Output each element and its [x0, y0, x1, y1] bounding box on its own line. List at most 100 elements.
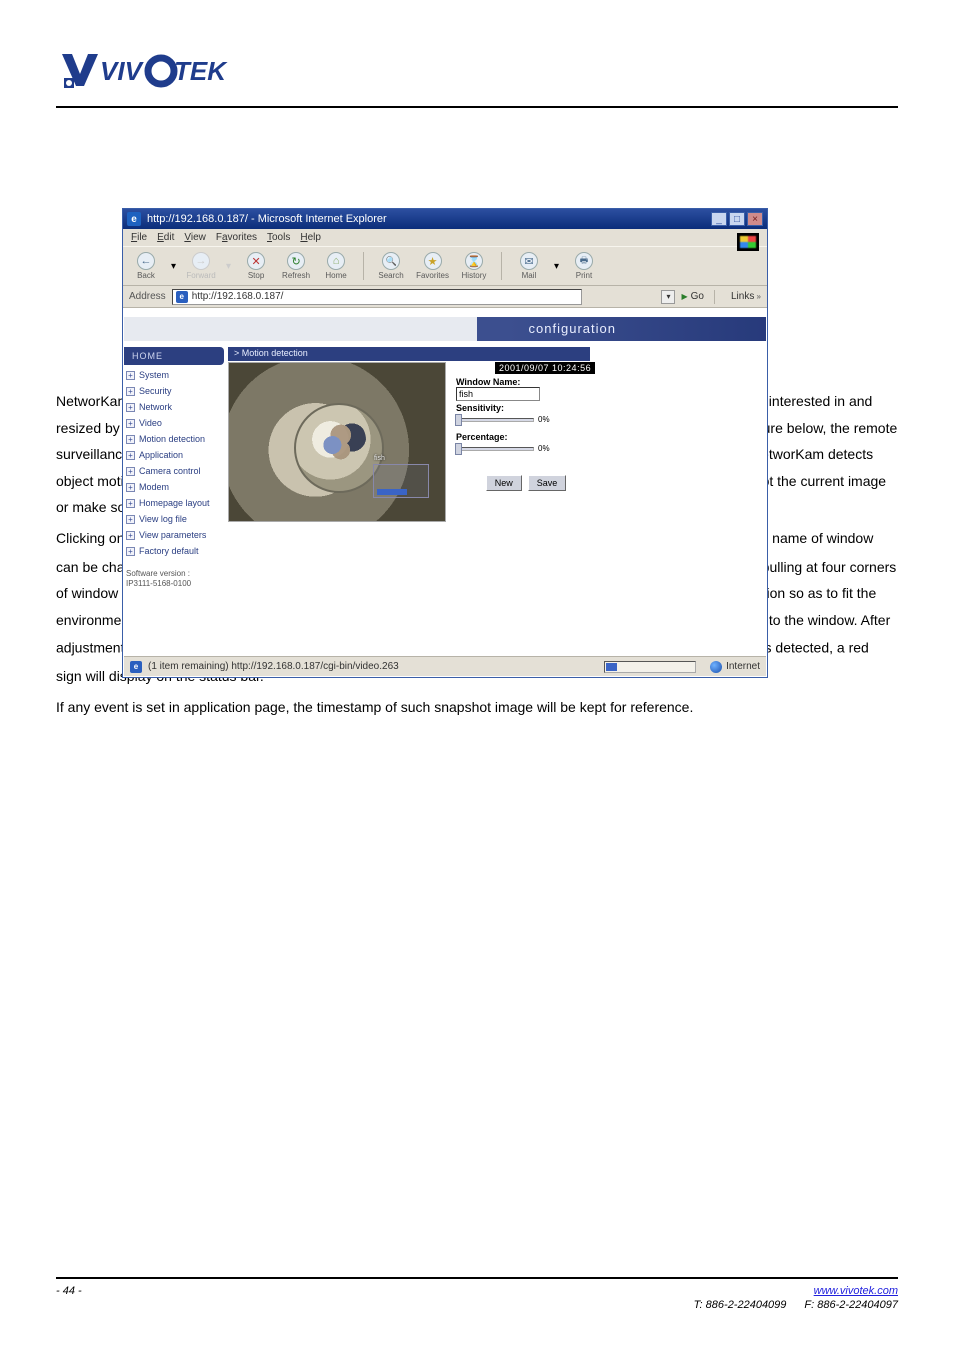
- footer-divider: [56, 1277, 898, 1279]
- sidebar-item-label: Video: [139, 418, 162, 428]
- sensitivity-value: 0%: [538, 415, 550, 424]
- internet-zone-icon: [710, 661, 722, 673]
- forward-button: Forward: [186, 252, 216, 280]
- expand-icon: +: [126, 515, 135, 524]
- sidebar-item-view-parameters[interactable]: +View parameters: [124, 527, 224, 543]
- search-button[interactable]: Search: [376, 252, 406, 280]
- menu-view[interactable]: View: [184, 232, 206, 243]
- vivotek-logo: VIV TEK: [56, 44, 240, 92]
- motion-settings-panel: Window Name: Sensitivity: 0% Percentage:…: [456, 375, 596, 491]
- back-button[interactable]: Back: [131, 252, 161, 280]
- menu-tools[interactable]: Tools: [267, 232, 290, 243]
- paragraph-3: If any event is set in application page,…: [56, 694, 898, 721]
- panel-title: > Motion detection: [228, 347, 590, 361]
- refresh-button[interactable]: Refresh: [281, 252, 311, 280]
- motion-window-title: fish: [374, 455, 385, 462]
- motion-window[interactable]: fish: [373, 464, 429, 498]
- expand-icon: +: [126, 547, 135, 556]
- video-preview[interactable]: fish: [228, 362, 446, 522]
- nav-home[interactable]: HOME: [124, 347, 224, 365]
- status-page-icon: e: [130, 661, 142, 673]
- ie-menubar: File Edit View Favorites Tools Help: [123, 229, 767, 246]
- sidebar-item-label: Application: [139, 450, 183, 460]
- menu-edit[interactable]: Edit: [157, 232, 174, 243]
- print-button[interactable]: Print: [569, 252, 599, 280]
- status-text: (1 item remaining) http://192.168.0.187/…: [148, 661, 399, 672]
- address-label: Address: [129, 291, 166, 302]
- security-zone: Internet: [710, 661, 760, 673]
- ie-toolbar: Back ▾ Forward ▾ Stop Refresh Home Searc…: [123, 246, 767, 286]
- video-fishbowl-graphic: [294, 403, 384, 493]
- sidebar-item-label: Factory default: [139, 546, 199, 556]
- footer-link[interactable]: www.vivotek.com: [814, 1285, 898, 1297]
- sidebar-item-label: View log file: [139, 514, 187, 524]
- expand-icon: +: [126, 387, 135, 396]
- sidebar-item-system[interactable]: +System: [124, 367, 224, 383]
- sensitivity-label: Sensitivity:: [456, 403, 596, 413]
- forward-dropdown: ▾: [226, 261, 231, 272]
- ie-address-bar: Address e http://192.168.0.187/ ▾ Go Lin…: [123, 286, 767, 308]
- maximize-button[interactable]: □: [729, 212, 745, 226]
- close-button[interactable]: ×: [747, 212, 763, 226]
- sidebar-item-label: Homepage layout: [139, 498, 210, 508]
- links-dropdown[interactable]: Links: [731, 291, 761, 302]
- toolbar-separator: [363, 252, 364, 280]
- brand-header: VIV TEK: [56, 44, 898, 92]
- history-button[interactable]: History: [459, 252, 489, 280]
- percentage-value: 0%: [538, 444, 550, 453]
- window-name-input[interactable]: [456, 387, 540, 401]
- go-button[interactable]: Go: [681, 291, 704, 302]
- expand-icon: +: [126, 403, 135, 412]
- favorites-button[interactable]: Favorites: [416, 252, 449, 280]
- sidebar-item-network[interactable]: + Network: [124, 399, 224, 415]
- footer-fax: F: 886-2-22404097: [804, 1299, 898, 1311]
- menu-file[interactable]: File: [131, 232, 147, 243]
- ie-throbber-icon: [737, 233, 759, 251]
- stop-button[interactable]: Stop: [241, 252, 271, 280]
- expand-icon: +: [126, 499, 135, 508]
- ie-window: e http://192.168.0.187/ - Microsoft Inte…: [122, 208, 768, 678]
- back-dropdown[interactable]: ▾: [171, 261, 176, 272]
- sidebar-item-label: Network: [139, 402, 172, 412]
- sidebar-item-modem[interactable]: +Modem: [124, 479, 224, 495]
- sensitivity-slider[interactable]: [456, 418, 534, 422]
- config-banner: configuration: [124, 317, 766, 341]
- expand-icon: +: [126, 419, 135, 428]
- expand-icon: +: [126, 371, 135, 380]
- ie-titlebar: e http://192.168.0.187/ - Microsoft Inte…: [123, 209, 767, 229]
- save-button[interactable]: Save: [528, 475, 567, 491]
- ie-title-text: http://192.168.0.187/ - Microsoft Intern…: [147, 213, 387, 225]
- software-version: Software version : IP3111-5168-0100: [124, 569, 224, 590]
- motion-status-bar: [377, 489, 407, 495]
- sidebar-item-application[interactable]: +Application: [124, 447, 224, 463]
- expand-icon: +: [126, 531, 135, 540]
- percentage-slider[interactable]: [456, 447, 534, 451]
- svg-text:TEK: TEK: [174, 56, 228, 86]
- sidebar-item-homepage-layout[interactable]: + Homepage layout: [124, 495, 224, 511]
- ie-app-icon: e: [127, 212, 141, 226]
- sidebar-item-factory-default[interactable]: + Factory default: [124, 543, 224, 559]
- sidebar-item-view-log-file[interactable]: + View log file: [124, 511, 224, 527]
- sidebar-item-security[interactable]: + Security: [124, 383, 224, 399]
- home-button[interactable]: Home: [321, 252, 351, 280]
- sidebar-item-label: Security: [139, 386, 172, 396]
- new-button[interactable]: New: [486, 475, 522, 491]
- mail-dropdown[interactable]: ▾: [554, 261, 559, 272]
- menu-help[interactable]: Help: [300, 232, 321, 243]
- footer-right: www.vivotek.com: [814, 1285, 898, 1297]
- video-timestamp: 2001/09/07 10:24:56: [495, 362, 595, 374]
- address-dropdown[interactable]: ▾: [661, 290, 675, 304]
- address-input[interactable]: e http://192.168.0.187/: [172, 289, 582, 305]
- minimize-button[interactable]: _: [711, 212, 727, 226]
- status-progress: [604, 661, 696, 673]
- percentage-label: Percentage:: [456, 432, 596, 442]
- menu-favorites[interactable]: Favorites: [216, 232, 257, 243]
- ie-status-bar: e (1 item remaining) http://192.168.0.18…: [124, 656, 766, 676]
- sidebar-item-motion-detection[interactable]: +Motion detection: [124, 431, 224, 447]
- sidebar-item-camera-control[interactable]: +Camera control: [124, 463, 224, 479]
- side-nav: HOME +System+Security+Network+Video+Moti…: [124, 347, 224, 590]
- mail-button[interactable]: Mail: [514, 252, 544, 280]
- expand-icon: +: [126, 483, 135, 492]
- sidebar-item-video[interactable]: + Video: [124, 415, 224, 431]
- expand-icon: +: [126, 435, 135, 444]
